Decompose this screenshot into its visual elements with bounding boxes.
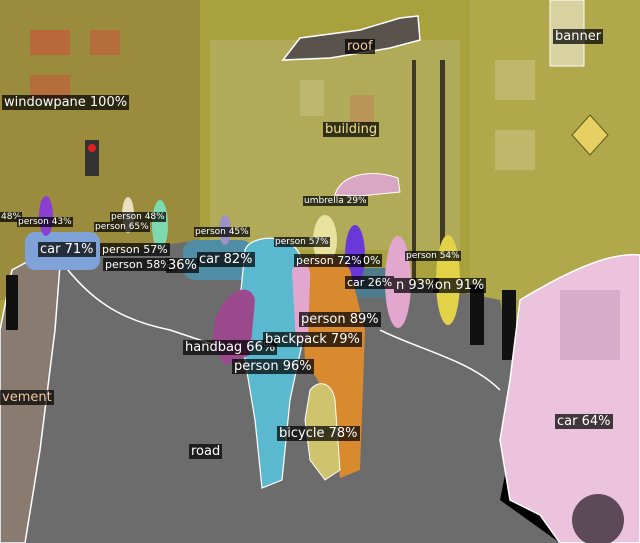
car-71-label: car 71% — [38, 242, 96, 257]
pavement-label: vement — [0, 390, 54, 405]
person-89-label: person 89% — [299, 312, 381, 327]
roof-label: roof — [345, 39, 375, 54]
person-54-label: person 54% — [405, 251, 461, 261]
car-64-window — [560, 290, 620, 360]
backpack-label: backpack 79% — [263, 332, 362, 347]
person-0-label: 0% — [361, 254, 383, 267]
window-right-1 — [495, 130, 535, 170]
window-right-2 — [495, 60, 535, 100]
person-91-label: on 91% — [433, 278, 487, 293]
bicycle-label: bicycle 78% — [277, 426, 360, 441]
person-96-label: person 96% — [232, 359, 314, 374]
car-26-label: car 26% — [345, 276, 395, 289]
scene-masks — [0, 0, 640, 543]
bollard-2 — [470, 285, 484, 345]
road-label: road — [189, 444, 223, 459]
banner-label: banner — [553, 29, 604, 44]
building-center — [210, 40, 460, 250]
person-48-label: person 48% — [110, 212, 166, 222]
car-64-label: car 64% — [555, 414, 613, 429]
traffic-light-red — [88, 144, 96, 152]
person-36-label: 36% — [166, 258, 199, 273]
car-82-label: car 82% — [197, 252, 255, 267]
person-57-left-label: person 57% — [100, 243, 170, 256]
segmentation-scene: roof banner windowpane 100% building umb… — [0, 0, 640, 543]
windowpane-label: windowpane 100% — [2, 95, 130, 110]
person-45-label: person 45% — [194, 227, 250, 237]
person-72-label: person 72% — [294, 254, 364, 267]
window-left-2 — [90, 30, 120, 55]
person-43-mask — [39, 196, 53, 236]
person-43-label: person 43% — [17, 217, 73, 227]
person-57-mid-label: person 57% — [274, 237, 330, 247]
window-left-1 — [30, 30, 70, 55]
bollard-1 — [6, 275, 18, 330]
umbrella-label: umbrella 29% — [303, 196, 368, 206]
building-label: building — [323, 122, 380, 137]
person-58-label: person 58% — [103, 258, 173, 271]
person-65-label: person 65% — [94, 222, 150, 232]
